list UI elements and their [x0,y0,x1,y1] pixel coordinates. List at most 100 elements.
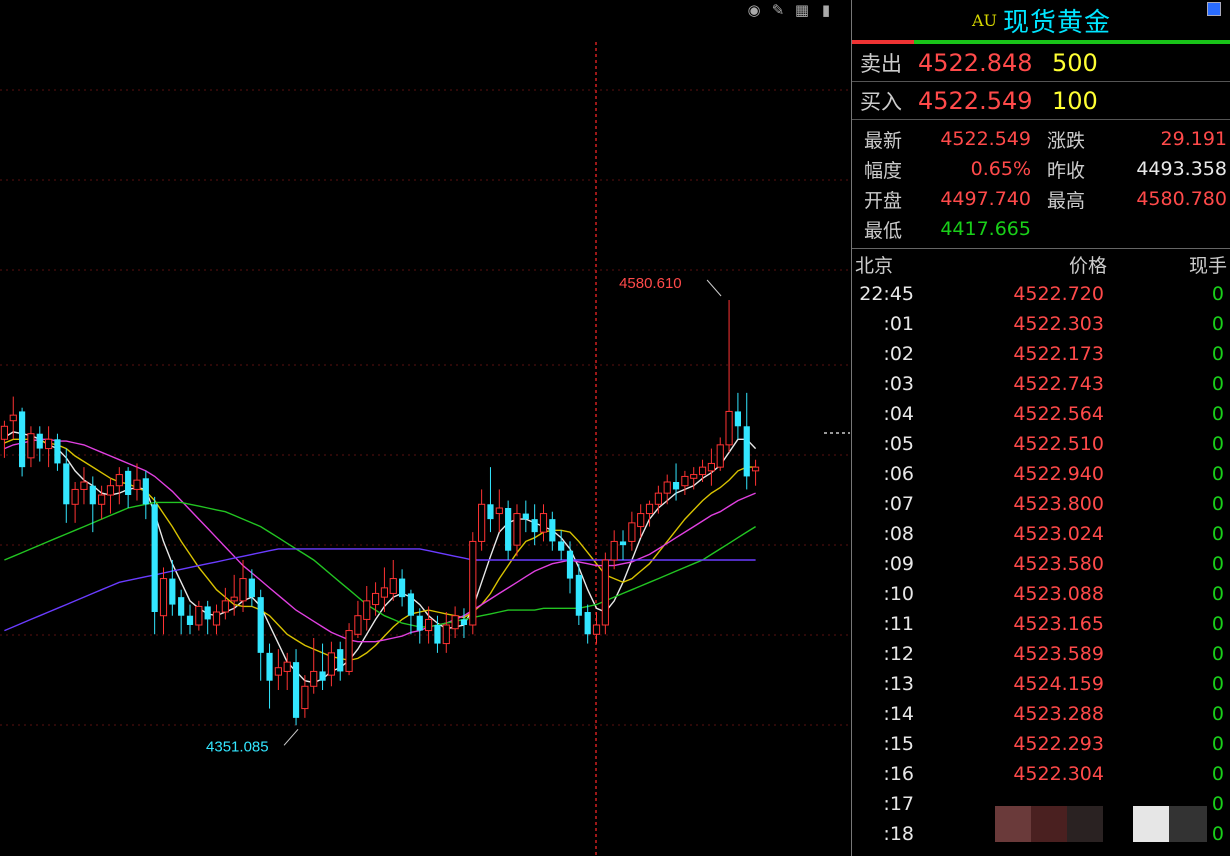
stat-value: 4417.665 [940,218,1031,240]
candle-body [628,522,636,542]
tick-volume: 0 [1211,733,1224,755]
ticks-list[interactable]: 22:45 4522.720 0:01 4522.303 0:02 4522.173 0:0… [852,279,1230,849]
kline-chart[interactable]: 4580.610 4351.085 ◉ ✎ ▦ ▮ [0,0,850,856]
candle-body [487,504,494,520]
tick-row: :09 4523.580 0 [852,549,1230,579]
tick-price: 4523.088 [1013,583,1104,605]
candle-body [169,578,176,605]
candle-body [266,652,273,681]
candle-body [159,578,168,617]
tick-volume: 0 [1211,313,1224,335]
candle-body [505,508,512,551]
stats-block: 最新 4522.549 涨跌 29.191 幅度 0.65% 昨收 4493.358 开盘 449… [852,120,1230,249]
candle-body [380,587,389,598]
bid-price: 4522.549 [918,86,1033,115]
candle-body [434,625,441,644]
ma-line-ma120 [4,548,756,632]
grid-layout-icon[interactable]: ▦ [792,1,812,19]
tick-row: 22:45 4522.720 0 [852,279,1230,309]
watermark-blur [995,806,1207,842]
candle-body [478,503,486,542]
instrument-header: AU 现货黄金 [852,0,1230,40]
draw-pen-icon[interactable]: ✎ [768,1,788,19]
panel-toggle-icon[interactable]: ▮ [816,1,836,19]
candle-body [539,513,548,533]
stat-key: 最高 [1047,189,1086,212]
tick-time: :10 [883,583,914,605]
candle-body [292,662,300,718]
candle-body [601,559,609,626]
tick-volume: 0 [1211,493,1224,515]
tick-time: :16 [883,763,914,785]
tick-row: :16 4522.304 0 [852,759,1230,789]
candle-body [354,615,362,635]
candle-body [248,578,255,598]
candle-body [681,475,689,487]
candle-body [371,592,380,606]
candle-body [71,488,79,505]
candle-body [106,485,115,496]
stat-value: 4493.358 [1136,158,1227,180]
instrument-code: AU [971,10,998,30]
candle-body [734,411,741,427]
tick-row: :03 4522.743 0 [852,369,1230,399]
bid-label: 买入 [860,89,902,114]
tick-price: 4523.288 [1013,703,1104,725]
high-price-label: 4580.610 [619,275,682,292]
bid-row[interactable]: 买入 4522.549 100 [852,82,1230,120]
tick-time: :05 [883,433,914,455]
candle-body [89,485,96,505]
candle-body [716,444,724,468]
tick-volume: 0 [1211,613,1224,635]
ask-price: 4522.848 [918,48,1033,77]
tick-time: :15 [883,733,914,755]
candle-body [133,479,141,490]
candle-body [407,593,415,616]
candle-body [257,597,264,653]
tick-price: 4523.165 [1013,613,1104,635]
candle-body [178,597,185,616]
candle-body [115,474,123,487]
tick-volume: 0 [1211,553,1224,575]
candle-body [575,574,582,616]
chart-toolbar: ◉ ✎ ▦ ▮ [744,0,836,20]
candle-body [751,466,760,472]
tick-volume: 0 [1211,373,1224,395]
ticks-price-header: 价格 [1068,254,1107,277]
candle-body [19,411,26,468]
tick-volume: 0 [1211,433,1224,455]
tick-row: :02 4522.173 0 [852,339,1230,369]
tick-row: :04 4522.564 0 [852,399,1230,429]
quote-panel: AU 现货黄金 卖出 4522.848 500 买入 4522.549 100 … [851,0,1230,856]
candle-body [63,463,70,505]
candle-body [98,494,106,505]
stat-key: 最低 [864,219,903,242]
tick-price: 4523.800 [1013,493,1104,515]
stat-row: 最低 4417.665 [852,214,1230,244]
tick-row: :13 4524.159 0 [852,669,1230,699]
candle-body [204,606,211,620]
tick-price: 4523.589 [1013,643,1104,665]
stat-value: 0.65% [970,158,1031,180]
stat-key: 昨收 [1047,159,1086,182]
candle-body [327,652,335,676]
candle-body [399,578,406,598]
eye-icon[interactable]: ◉ [744,1,764,19]
tick-row: :15 4522.293 0 [852,729,1230,759]
tick-time: 22:45 [859,283,914,305]
ask-row[interactable]: 卖出 4522.848 500 [852,44,1230,82]
tick-price: 4523.580 [1013,553,1104,575]
panel-menu-icon[interactable] [1207,2,1221,16]
candle-body [301,685,309,710]
candle-body [531,519,538,533]
tick-volume: 0 [1211,283,1224,305]
candle-body [239,578,247,602]
bid-volume: 100 [1052,86,1098,115]
candle-body [283,661,291,672]
candle-body [672,482,680,490]
tick-row: :01 4522.303 0 [852,309,1230,339]
candle-body [610,540,618,561]
tick-time: :07 [883,493,914,515]
candle-body [319,671,326,681]
ma-line-ma10 [4,438,756,662]
